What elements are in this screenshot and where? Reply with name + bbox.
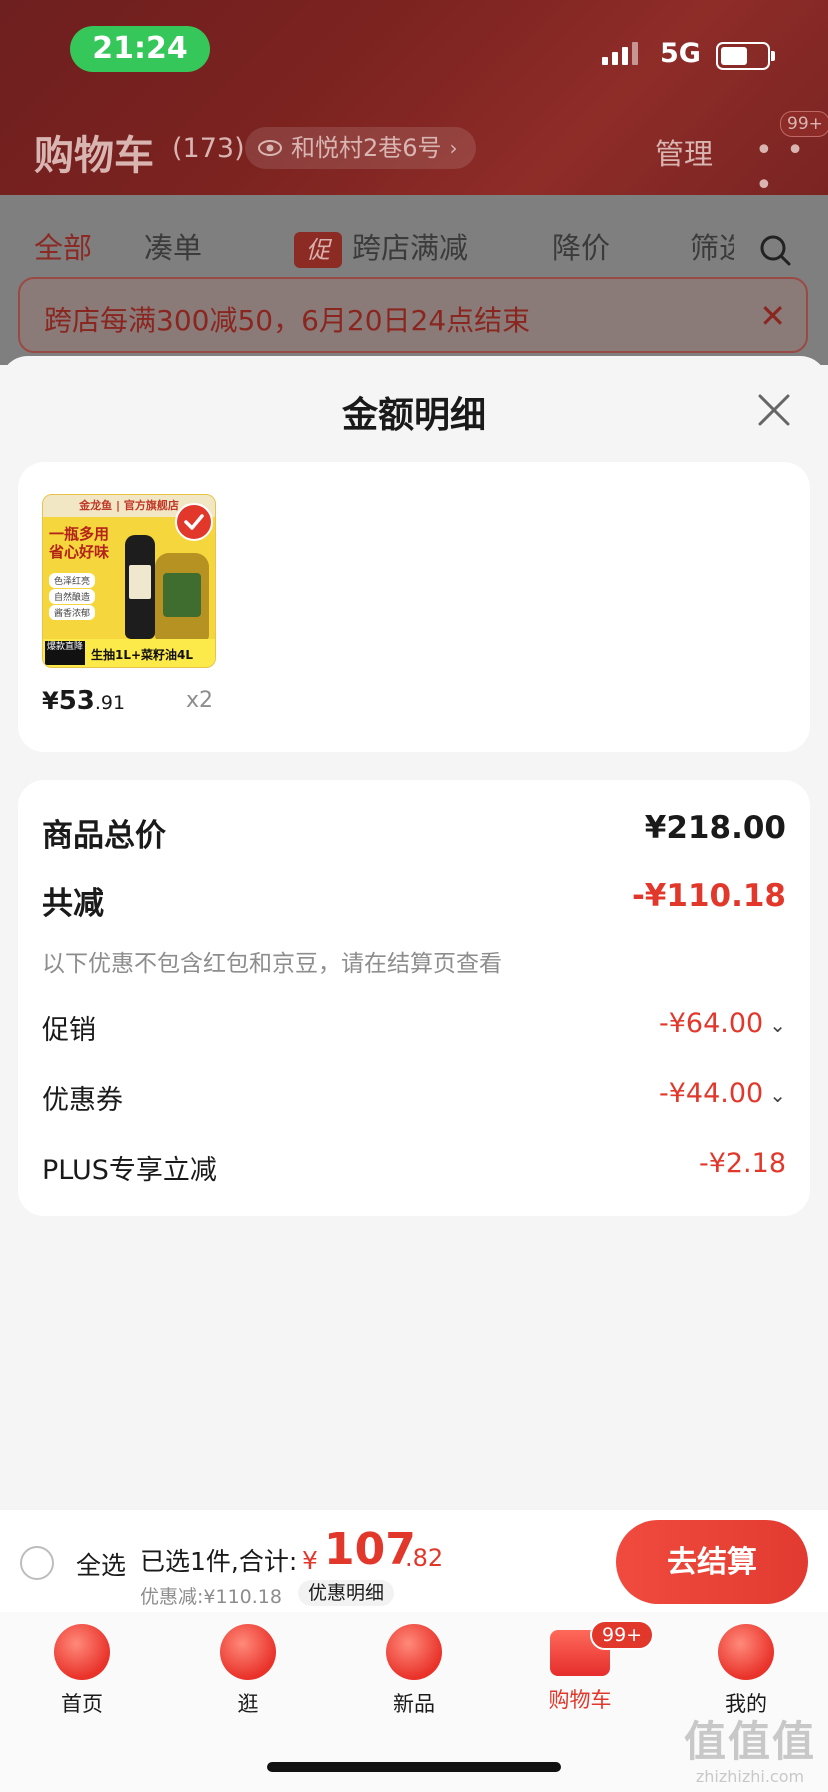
- select-all-checkbox[interactable]: [20, 1546, 54, 1580]
- discount-note: 以下优惠不包含红包和京豆，请在结算页查看: [42, 951, 502, 977]
- more-badge: 99+: [780, 111, 828, 137]
- selected-summary: 已选1件,合计:: [140, 1547, 298, 1576]
- thumbnail-slogan: 一瓶多用省心好味: [49, 525, 110, 561]
- user-icon: [718, 1624, 774, 1680]
- cart-filter-area: 全部 凑单 促跨店满减 降价 筛选 跨店每满300减50，6月20日24点结束 …: [0, 195, 828, 365]
- network-type: 5G: [660, 38, 701, 69]
- battery-icon: [716, 42, 775, 70]
- price-decimal: .91: [94, 692, 126, 714]
- sheet-title: 金额明细: [341, 395, 486, 436]
- page-title: 购物车: [34, 133, 154, 179]
- checkout-bar: 全选 已选1件,合计: ¥ 107 .82 优惠减:¥110.18 优惠明细 去…: [0, 1510, 828, 1612]
- coupon-row[interactable]: 优惠券 -¥44.00 ⌄: [42, 1078, 786, 1128]
- total-integer: 107: [324, 1524, 416, 1575]
- total-reduce-label: 共减: [42, 886, 104, 922]
- total-reduce-value: -¥110.18: [631, 878, 786, 914]
- price-integer: 53: [58, 686, 95, 716]
- total-reduce-row: 共减 -¥110.18: [42, 878, 786, 928]
- total-price-row: 商品总价 ¥218.00: [42, 810, 786, 860]
- thumbnail-hot-tag: 爆款直降: [45, 641, 85, 665]
- tab-new[interactable]: 新品: [354, 1624, 474, 1718]
- close-icon[interactable]: [754, 390, 794, 430]
- manage-button[interactable]: 管理: [655, 131, 713, 173]
- check-icon: [175, 503, 213, 541]
- total-currency: ¥: [302, 1546, 318, 1575]
- promotion-row[interactable]: 促销 -¥64.00 ⌄: [42, 1008, 786, 1058]
- tab-home[interactable]: 首页: [22, 1624, 142, 1718]
- product-price: ¥53.91: [42, 686, 125, 716]
- thumbnail-chip: 色泽红亮: [49, 573, 96, 588]
- filter-tab-cross-store[interactable]: 促跨店满减: [294, 225, 468, 268]
- total-price-value: ¥218.00: [644, 810, 786, 846]
- promo-tag: 促: [294, 232, 342, 268]
- chevron-down-icon: ⌄: [769, 1013, 786, 1037]
- amount-detail-sheet: 金额明细 金龙鱼 | 官方旗舰店 一瓶多用省心好味 色泽红亮 自然酿造 酱香浓郁…: [0, 356, 828, 1512]
- tab-label: 新品: [393, 1692, 435, 1716]
- tab-profile[interactable]: 我的: [686, 1624, 806, 1718]
- signal-icon: [602, 42, 638, 65]
- promo-banner: 跨店每满300减50，6月20日24点结束 ✕: [18, 277, 808, 353]
- tab-label: 购物车: [548, 1688, 612, 1712]
- checkout-button[interactable]: 去结算: [616, 1520, 808, 1604]
- coupon-label: 优惠券: [42, 1085, 123, 1116]
- address-selector[interactable]: 和悦村2巷6号 ›: [245, 127, 476, 169]
- thumbnail-combo: 生抽1L+菜籽油4L: [91, 648, 194, 662]
- home-indicator: [267, 1762, 561, 1772]
- watermark-logo: 值值值: [683, 1717, 816, 1766]
- status-time: 21:24: [70, 26, 210, 72]
- plus-discount-row: PLUS专享立减 -¥2.18: [42, 1148, 786, 1198]
- plus-discount-value: -¥2.18: [698, 1148, 786, 1179]
- status-bar: 21:24 5G: [0, 0, 828, 100]
- more-icon[interactable]: • • •: [755, 133, 828, 203]
- address-label: 和悦村2巷6号: [291, 134, 442, 162]
- filter-tab-price-drop[interactable]: 降价: [552, 225, 610, 267]
- product-card: 金龙鱼 | 官方旗舰店 一瓶多用省心好味 色泽红亮 自然酿造 酱香浓郁 爆款直降…: [18, 462, 810, 752]
- box-icon: [386, 1624, 442, 1680]
- plus-discount-label: PLUS专享立减: [42, 1155, 217, 1186]
- filter-tab-cross-store-label: 跨店满减: [352, 231, 469, 265]
- discount-detail-button[interactable]: 优惠明细: [298, 1580, 395, 1606]
- close-icon[interactable]: ✕: [759, 297, 786, 335]
- cart-item-count: (173): [172, 133, 245, 164]
- cart-header: 购物车 (173) 和悦村2巷6号 › 管理 • • • 99+: [0, 111, 828, 203]
- tab-label: 逛: [237, 1692, 259, 1716]
- home-icon: [54, 1624, 110, 1680]
- search-icon[interactable]: [758, 233, 792, 267]
- thumbnail-chip: 酱香浓郁: [49, 605, 96, 620]
- total-price-label: 商品总价: [42, 818, 166, 854]
- filter-tab-all[interactable]: 全部: [34, 225, 92, 267]
- cart-badge: 99+: [590, 1620, 655, 1650]
- product-quantity: x2: [186, 688, 214, 713]
- thumbnail-chip: 自然酿造: [49, 589, 96, 604]
- promotion-label: 促销: [42, 1015, 96, 1046]
- filter-tab-filter[interactable]: 筛选: [690, 225, 734, 267]
- select-all-label[interactable]: 全选: [76, 1546, 126, 1582]
- eye-icon: [258, 140, 282, 156]
- price-currency: ¥: [42, 687, 59, 715]
- promotion-value: -¥64.00 ⌄: [659, 1008, 786, 1039]
- filter-tab-bundle[interactable]: 凑单: [144, 225, 202, 267]
- promo-banner-text: 跨店每满300减50，6月20日24点结束: [44, 304, 531, 337]
- browse-icon: [220, 1624, 276, 1680]
- chevron-down-icon: ⌄: [769, 1083, 786, 1107]
- coupon-value: -¥44.00 ⌄: [659, 1078, 786, 1109]
- total-decimal: .82: [405, 1544, 444, 1572]
- product-thumbnail[interactable]: 金龙鱼 | 官方旗舰店 一瓶多用省心好味 色泽红亮 自然酿造 酱香浓郁 爆款直降…: [42, 494, 216, 668]
- chevron-right-icon: ›: [449, 136, 458, 160]
- oil-bottle: [155, 553, 209, 643]
- watermark: 值值值 zhizhizhi.com: [676, 1708, 824, 1786]
- filter-tabs: 全部 凑单 促跨店满减 降价 筛选: [0, 213, 828, 273]
- watermark-url: zhizhizhi.com: [695, 1767, 805, 1786]
- soy-sauce-bottle: [125, 535, 155, 639]
- amount-card: 商品总价 ¥218.00 共减 -¥110.18 以下优惠不包含红包和京豆，请在…: [18, 780, 810, 1216]
- tab-label: 首页: [61, 1692, 103, 1716]
- discount-summary: 优惠减:¥110.18: [140, 1586, 282, 1608]
- tab-browse[interactable]: 逛: [188, 1624, 308, 1718]
